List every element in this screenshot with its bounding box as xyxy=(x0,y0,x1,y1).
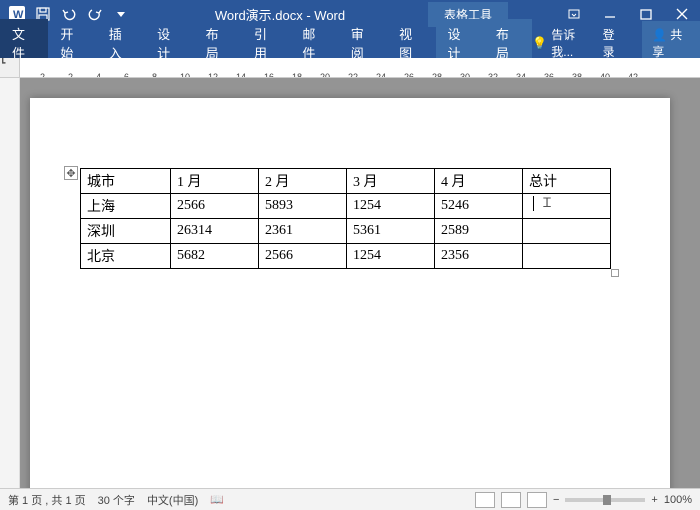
table-cell[interactable]: 2566 xyxy=(259,244,347,269)
table-cell[interactable]: 上海 xyxy=(81,194,171,219)
data-table[interactable]: 城市 1 月 2 月 3 月 4 月 总计 上海 2566 5893 1254 … xyxy=(80,168,611,269)
document-area: ✥ 城市 1 月 2 月 3 月 4 月 总计 上海 2566 5893 xyxy=(0,78,700,488)
table-cell[interactable] xyxy=(523,244,611,269)
share-icon: 👤 xyxy=(652,28,667,42)
text-cursor-icon xyxy=(533,196,534,211)
header-cell[interactable]: 城市 xyxy=(81,169,171,194)
table-cell[interactable]: 1254 xyxy=(347,194,435,219)
table-cell[interactable]: 2361 xyxy=(259,219,347,244)
header-cell[interactable]: 4 月 xyxy=(435,169,523,194)
table-cell-active[interactable]: Ꮖ xyxy=(523,194,611,219)
table-cell[interactable]: 5361 xyxy=(347,219,435,244)
table-cell[interactable]: 5246 xyxy=(435,194,523,219)
lightbulb-icon: 💡 xyxy=(532,36,547,50)
tell-me-label[interactable]: 告诉我... xyxy=(551,26,592,60)
vertical-ruler[interactable] xyxy=(0,78,20,488)
ribbon-tabs: 文件 开始 插入 设计 布局 引用 邮件 审阅 视图 设计 布局 💡 告诉我..… xyxy=(0,28,700,58)
table-move-handle-icon[interactable]: ✥ xyxy=(64,166,78,180)
ruler-corner: ┗ xyxy=(0,58,20,78)
table-resize-handle-icon[interactable] xyxy=(611,269,619,277)
ibeam-cursor-icon: Ꮖ xyxy=(543,195,552,211)
header-cell[interactable]: 2 月 xyxy=(259,169,347,194)
table-cell[interactable]: 5682 xyxy=(171,244,259,269)
table-cell[interactable]: 2566 xyxy=(171,194,259,219)
header-cell[interactable]: 1 月 xyxy=(171,169,259,194)
table-cell[interactable]: 北京 xyxy=(81,244,171,269)
login-button[interactable]: 登录 xyxy=(603,26,625,60)
table-cell[interactable]: 1254 xyxy=(347,244,435,269)
table-header-row[interactable]: 城市 1 月 2 月 3 月 4 月 总计 xyxy=(81,169,611,194)
page-viewport[interactable]: ✥ 城市 1 月 2 月 3 月 4 月 总计 上海 2566 5893 xyxy=(20,78,700,488)
document-page[interactable]: ✥ 城市 1 月 2 月 3 月 4 月 总计 上海 2566 5893 xyxy=(30,98,670,488)
header-cell[interactable]: 总计 xyxy=(523,169,611,194)
header-cell[interactable]: 3 月 xyxy=(347,169,435,194)
table-row[interactable]: 深圳 26314 2361 5361 2589 xyxy=(81,219,611,244)
table-row[interactable]: 上海 2566 5893 1254 5246 Ꮖ xyxy=(81,194,611,219)
table-cell[interactable]: 2589 xyxy=(435,219,523,244)
table-cell[interactable]: 2356 xyxy=(435,244,523,269)
table-row[interactable]: 北京 5682 2566 1254 2356 xyxy=(81,244,611,269)
table-cell[interactable]: 5893 xyxy=(259,194,347,219)
horizontal-ruler[interactable]: ┗ 22468101214161820222426283032343638404… xyxy=(0,58,700,78)
table-cell[interactable]: 26314 xyxy=(171,219,259,244)
statusbar: 第 1 页 , 共 1 页 30 个字 中文(中国) 📖 − + 100% xyxy=(0,488,700,510)
table-cell[interactable] xyxy=(523,219,611,244)
table-cell[interactable]: 深圳 xyxy=(81,219,171,244)
